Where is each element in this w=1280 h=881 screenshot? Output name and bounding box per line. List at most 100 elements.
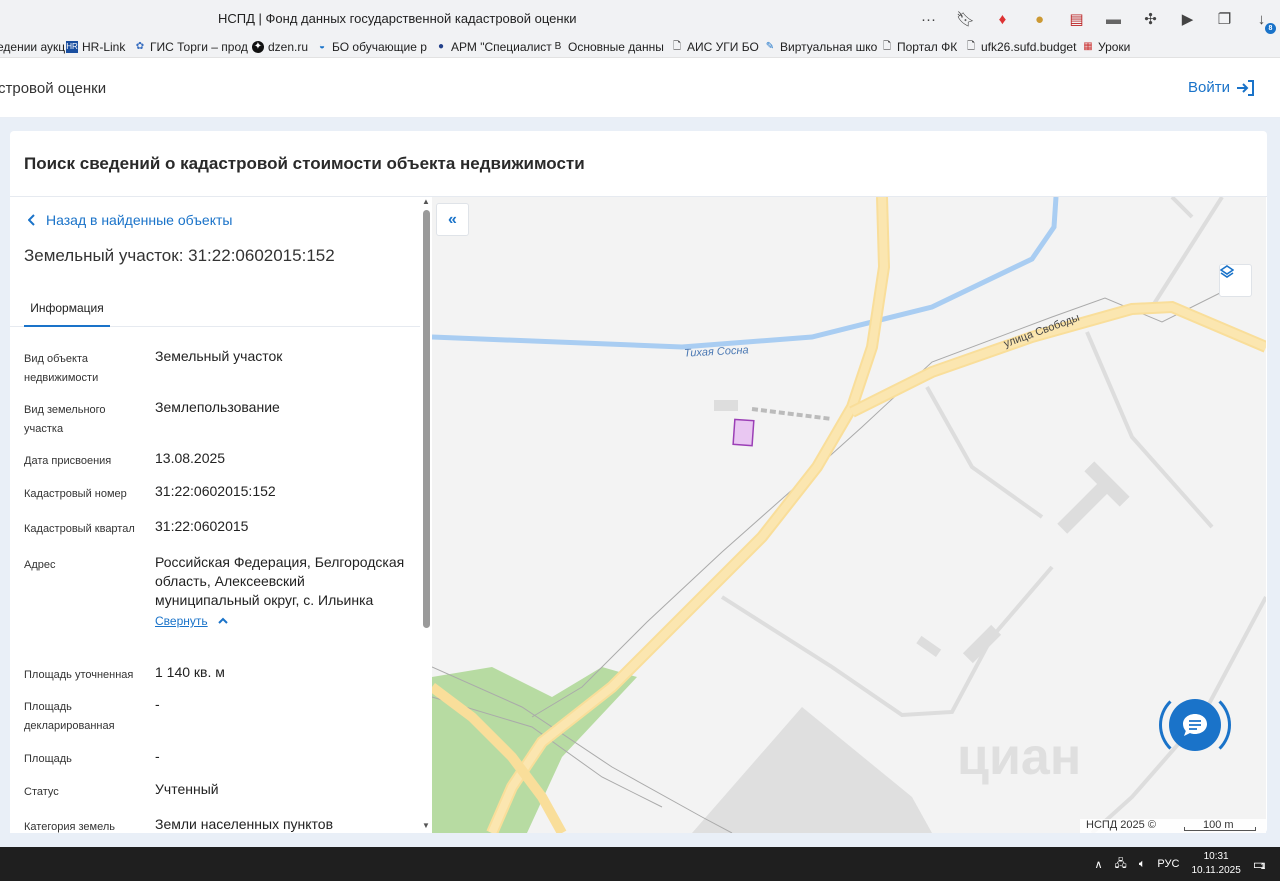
tab-bar: Информация bbox=[10, 289, 420, 327]
media-play-icon[interactable]: ▶ bbox=[1169, 10, 1206, 28]
chat-icon bbox=[1183, 714, 1207, 736]
download-badge: 8 bbox=[1265, 22, 1276, 34]
scroll-down-icon[interactable]: ▼ bbox=[422, 821, 430, 830]
field-value: Земельный участок bbox=[155, 348, 283, 364]
layers-button[interactable] bbox=[1219, 264, 1252, 297]
more-icon[interactable]: ··· bbox=[910, 11, 947, 28]
bookmark-item[interactable]: едении аукц bbox=[0, 40, 65, 54]
hr-icon: HR bbox=[66, 41, 78, 53]
scroll-up-icon[interactable]: ▲ bbox=[422, 197, 430, 206]
address-text: Российская Федерация, Белгородская облас… bbox=[155, 554, 405, 608]
field-label: Площадь декларированная bbox=[24, 701, 115, 732]
bookmark-item[interactable]: ✎ Виртуальная шко bbox=[764, 40, 878, 54]
tab-information[interactable]: Информация bbox=[24, 289, 110, 327]
chat-button[interactable] bbox=[1169, 699, 1221, 751]
back-link-label: Назад в найденные объекты bbox=[46, 212, 233, 228]
field-label: Категория земель bbox=[24, 821, 115, 833]
browser-toolbar-icons: ··· 🔖︎ ♦ ● ▤ ▬ ✣ ▶ ❐ ↓ 8 bbox=[910, 6, 1280, 34]
map-attribution: НСПД 2025 © 100 m bbox=[1080, 819, 1266, 833]
field-label: Вид объекта недвижимости bbox=[24, 353, 99, 384]
site-header: стровой оценки Войти bbox=[0, 58, 1280, 118]
bookmark-item[interactable]: ✿ ГИС Торги – прод bbox=[134, 40, 248, 54]
bookmark-page-icon[interactable]: 🔖︎ bbox=[947, 10, 984, 28]
clock-date: 10.11.2025 bbox=[1191, 865, 1241, 876]
field-label: Адрес bbox=[24, 559, 56, 571]
field-value: Российская Федерация, Белгородская облас… bbox=[155, 553, 415, 631]
object-info-panel: Назад в найденные объекты Земельный учас… bbox=[10, 197, 432, 833]
scale-bar bbox=[1184, 827, 1256, 831]
chevron-up-icon[interactable]: ∧ bbox=[1094, 858, 1102, 871]
card-header: Поиск сведений о кадастровой стоимости о… bbox=[10, 131, 1267, 197]
bookmark-item[interactable]: HR HR-Link bbox=[66, 40, 125, 54]
extension-mascot-icon[interactable]: ● bbox=[1021, 11, 1058, 28]
downloads-icon[interactable]: ↓ 8 bbox=[1243, 11, 1280, 34]
field-label: Дата присвоения bbox=[24, 455, 112, 467]
extension-hat-icon[interactable]: ▬ bbox=[1095, 11, 1132, 28]
extension-flag-icon[interactable]: ▤ bbox=[1058, 10, 1095, 28]
bookmark-item[interactable]: ✦ dzen.ru bbox=[252, 40, 308, 54]
collapse-panel-button[interactable]: « bbox=[436, 203, 469, 236]
page-icon: 🗋︎ bbox=[672, 41, 682, 52]
field-label: Вид земельного участка bbox=[24, 404, 106, 435]
emblem-icon: ✿ bbox=[135, 41, 145, 52]
login-arrow-icon bbox=[1237, 79, 1254, 96]
field-value: - bbox=[155, 748, 160, 764]
field-label: Площадь bbox=[24, 753, 72, 765]
feather-icon: ✎ bbox=[765, 41, 775, 52]
clock-time: 10:31 bbox=[1203, 851, 1229, 862]
map-view[interactable]: Тихая Сосна улица Свободы циан « bbox=[432, 197, 1266, 833]
edge-icon: ◒ bbox=[318, 41, 326, 52]
bookmarks-bar: едении аукц HR HR-Link ✿ ГИС Торги – прод … bbox=[0, 36, 1280, 58]
bookmark-item[interactable]: ▦ Уроки bbox=[1082, 40, 1130, 54]
map-canvas bbox=[432, 197, 1266, 833]
os-taskbar: ∧ 🖧︎ 🔈︎ РУС 10:31 10.11.2025 ▭ 1 bbox=[0, 847, 1280, 881]
back-link[interactable]: Назад в найденные объекты bbox=[28, 212, 232, 228]
notifications-icon[interactable]: ▭ 1 bbox=[1253, 856, 1266, 873]
volume-icon[interactable]: 🔈︎ bbox=[1139, 858, 1146, 871]
bookmark-item[interactable]: 🗋︎ Портал ФК bbox=[881, 40, 957, 54]
bookmark-item[interactable]: ● АРМ "Специалист bbox=[435, 40, 552, 54]
browser-titlebar: НСПД | Фонд данных государственной кадас… bbox=[0, 0, 1280, 36]
field-label: Статус bbox=[24, 786, 59, 798]
bookmark-item[interactable]: B Основные данны bbox=[552, 40, 664, 54]
collapse-link[interactable]: Свернуть bbox=[155, 612, 208, 631]
field-value: 31:22:0602015 bbox=[155, 518, 249, 534]
page-title: Поиск сведений о кадастровой стоимости о… bbox=[24, 154, 585, 173]
chevron-up-icon bbox=[217, 617, 228, 624]
field-label: Площадь уточненная bbox=[24, 669, 134, 681]
bookmark-item[interactable]: 🗋︎ АИС УГИ БО bbox=[671, 40, 759, 54]
field-label: Кадастровый номер bbox=[24, 488, 127, 500]
clock[interactable]: 10:31 10.11.2025 bbox=[1191, 850, 1240, 878]
page-icon: 🗋︎ bbox=[882, 41, 892, 52]
login-label: Войти bbox=[1188, 79, 1230, 96]
field-value: Земли населенных пунктов bbox=[155, 816, 334, 832]
field-value: Землепользование bbox=[155, 399, 280, 415]
field-label: Кадастровый квартал bbox=[24, 523, 135, 535]
network-icon[interactable]: 🖧︎ bbox=[1115, 855, 1127, 874]
system-tray: ∧ 🖧︎ 🔈︎ РУС 10:31 10.11.2025 ▭ 1 bbox=[1094, 847, 1266, 881]
login-button[interactable]: Войти bbox=[1188, 79, 1254, 96]
bookmark-item[interactable]: 🗋︎ ufk26.sufd.budget bbox=[965, 40, 1076, 54]
bookmark-item[interactable]: ◒ БО обучающие р bbox=[316, 40, 427, 54]
extension-red-icon[interactable]: ♦ bbox=[984, 11, 1021, 28]
field-value: - bbox=[155, 696, 160, 712]
site-title[interactable]: стровой оценки bbox=[0, 80, 106, 97]
panel-scrollbar[interactable]: ▲ ▼ bbox=[421, 197, 432, 833]
bookmark-icon: B bbox=[554, 41, 562, 52]
notification-count: 1 bbox=[1260, 861, 1266, 871]
page-icon: 🗋︎ bbox=[966, 41, 976, 52]
field-value: Учтенный bbox=[155, 781, 219, 797]
object-title: Земельный участок: 31:22:0602015:152 bbox=[24, 246, 335, 265]
field-value: 13.08.2025 bbox=[155, 450, 226, 466]
dzen-icon: ✦ bbox=[252, 41, 264, 53]
circle-icon: ● bbox=[437, 41, 445, 52]
collections-icon[interactable]: ❐ bbox=[1206, 10, 1243, 28]
language-indicator[interactable]: РУС bbox=[1157, 858, 1179, 870]
field-value: 31:22:0602015:152 bbox=[155, 483, 276, 499]
chevron-left-icon bbox=[28, 214, 35, 226]
extensions-puzzle-icon[interactable]: ✣ bbox=[1132, 10, 1169, 28]
field-value: 1 140 кв. м bbox=[155, 664, 225, 680]
scroll-thumb[interactable] bbox=[423, 210, 430, 628]
browser-tab-title[interactable]: НСПД | Фонд данных государственной кадас… bbox=[218, 11, 577, 26]
map-watermark: циан bbox=[957, 728, 1082, 786]
